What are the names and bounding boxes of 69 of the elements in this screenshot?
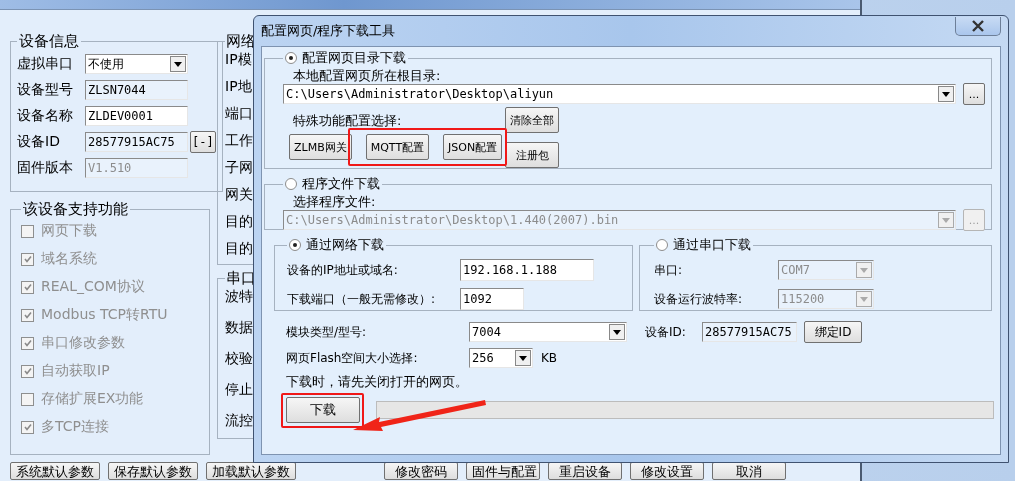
field-label: 工作 <box>225 132 254 150</box>
dropdown[interactable]: 7004 <box>469 322 627 342</box>
close-button[interactable] <box>955 17 1001 36</box>
action-button[interactable]: 加载默认参数 <box>206 462 296 480</box>
field-label: 设备型号 <box>17 81 74 99</box>
radio-button[interactable]: 程序文件下载 <box>285 175 380 193</box>
checkmark-icon <box>22 282 33 292</box>
config-button[interactable]: JSON配置 <box>443 134 503 160</box>
field-label: 本地配置网页所在根目录: <box>293 67 442 83</box>
config-button[interactable]: MQTT配置 <box>365 134 430 160</box>
field-label: 设备ID <box>17 133 61 151</box>
download-button[interactable]: 下载 <box>286 397 360 423</box>
field-label: 校验 <box>225 350 254 368</box>
group-title: 网络 <box>225 32 257 51</box>
radio-button[interactable]: 通过串口下载 <box>656 236 751 254</box>
radio-button[interactable]: 通过网络下载 <box>289 236 384 254</box>
field-label: 目的 <box>225 240 254 258</box>
group-title: 该设备支持功能 <box>22 200 129 219</box>
field-label: 端口 <box>225 105 254 123</box>
field-label: 波特 <box>225 288 254 306</box>
checkmark-icon <box>22 254 33 264</box>
text-field[interactable]: ZLDEV0001 <box>85 106 188 126</box>
field-label: 固件版本 <box>17 159 74 177</box>
field-label: IP模 <box>225 51 253 69</box>
field-label: 目的 <box>225 213 254 231</box>
window-title: 配置网页/程序下载工具 <box>261 22 396 40</box>
field-label: 数据 <box>225 319 254 337</box>
field-label: 设备的IP地址或域名: <box>287 261 399 279</box>
close-icon <box>971 20 985 32</box>
collapse-button[interactable]: [-] <box>190 131 216 153</box>
note-text: 下载时，请先关闭打开的网页。 <box>286 373 469 391</box>
config-button[interactable]: ZLMB网关 <box>289 134 352 160</box>
field-label: 网关 <box>225 186 254 204</box>
text-field[interactable]: 192.168.1.188 <box>460 259 594 281</box>
field-label: 特殊功能配置选择: <box>293 112 403 128</box>
text-field[interactable]: 28577915AC75 <box>85 132 188 152</box>
group-title: 设备信息 <box>18 32 80 51</box>
field-label: 设备运行波特率: <box>654 290 744 308</box>
field-label: 停止 <box>225 381 254 399</box>
checkmark-icon <box>22 338 33 348</box>
radio-button[interactable]: 配置网页目录下载 <box>285 49 406 67</box>
field-label: 子网 <box>225 159 254 177</box>
field-label: 设备ID: <box>645 323 687 341</box>
browse-button[interactable]: ... <box>963 83 985 105</box>
checkmark-icon <box>22 422 33 432</box>
checkmark-icon <box>22 310 33 320</box>
unit-label: KB <box>541 351 558 365</box>
field-label: 下载端口（一般无需修改）: <box>287 290 437 308</box>
dropdown[interactable]: 256 <box>469 348 533 368</box>
field-label: 网页Flash空间大小选择: <box>286 349 419 367</box>
text-field[interactable]: 28577915AC75 <box>702 322 797 342</box>
field-label: 选择程序文件: <box>293 193 377 209</box>
dropdown[interactable]: 不使用 <box>85 54 188 74</box>
text-field[interactable]: 1092 <box>460 288 524 310</box>
text-field[interactable]: ZLSN7044 <box>85 80 188 100</box>
path-dropdown[interactable]: C:\Users\Administrator\Desktop\aliyun <box>283 84 956 104</box>
field-label: IP地 <box>225 78 253 96</box>
group-title: 串口 <box>225 269 257 288</box>
action-button[interactable]: 系统默认参数 <box>10 462 100 480</box>
clear-button[interactable]: 清除全部 <box>505 107 559 133</box>
field-label: 设备名称 <box>17 107 74 125</box>
action-button[interactable]: 保存默认参数 <box>108 462 198 480</box>
field-label: 流控 <box>225 412 254 430</box>
field-label: 串口: <box>654 261 684 279</box>
bind-button[interactable]: 绑定ID <box>804 321 862 343</box>
checkmark-icon <box>22 366 33 376</box>
config-button[interactable]: 注册包 <box>505 142 559 168</box>
field-label: 虚拟串口 <box>17 55 74 73</box>
field-label: 模块类型/型号: <box>286 323 368 341</box>
